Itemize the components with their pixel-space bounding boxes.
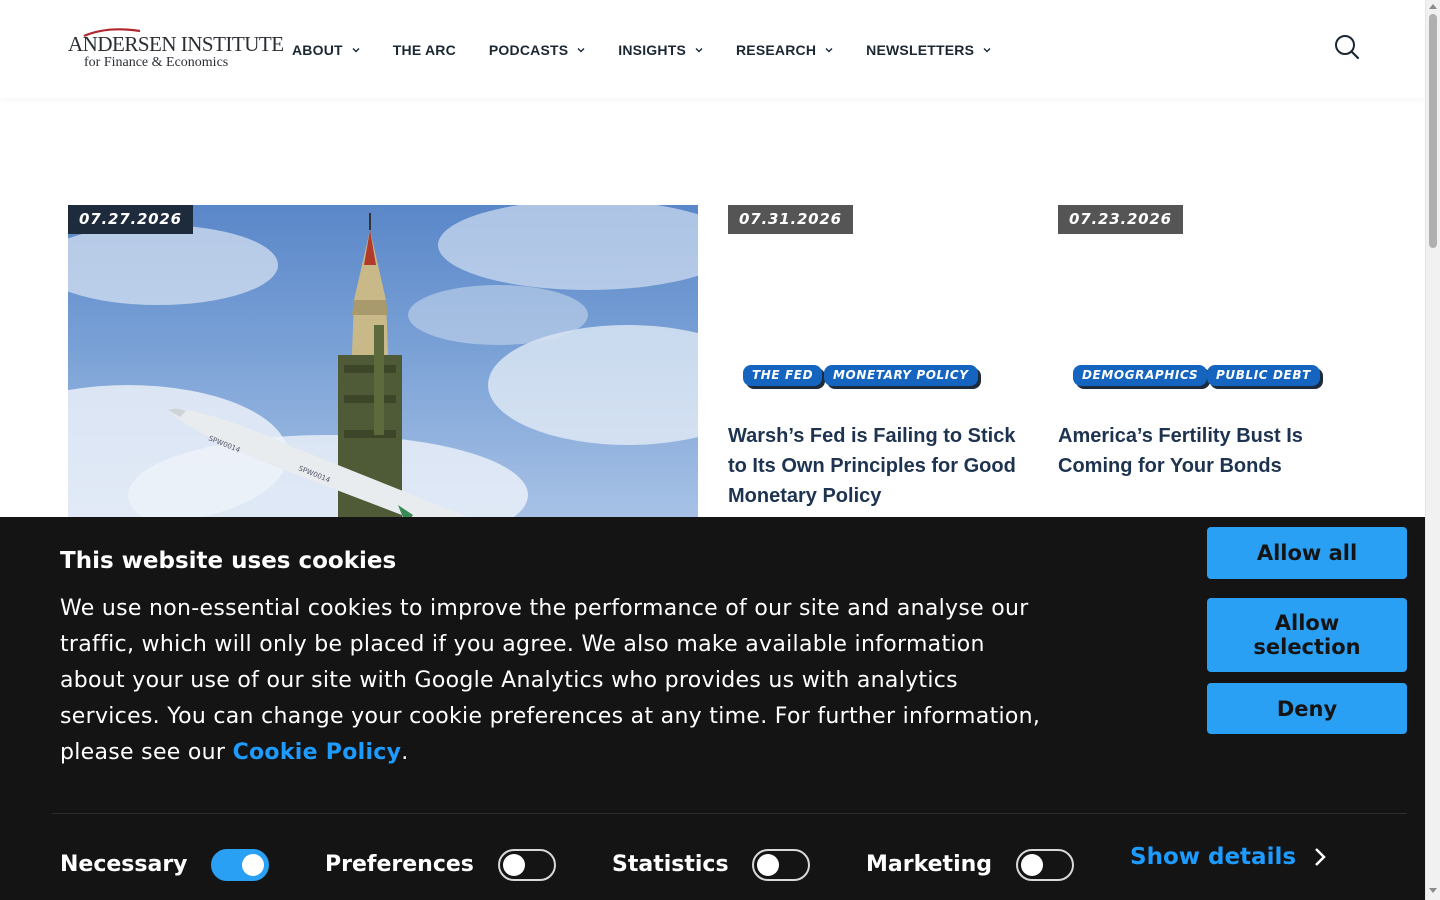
scrollbar-thumb[interactable] <box>1429 14 1437 248</box>
main-nav: ABOUT THE ARC PODCASTS INSIGHTS RESEARCH… <box>292 40 1024 60</box>
nav-item-newsletters[interactable]: NEWSLETTERS <box>866 42 991 58</box>
preferences-toggle[interactable] <box>498 849 556 881</box>
nav-item-research[interactable]: RESEARCH <box>736 42 833 58</box>
chevron-down-icon <box>352 48 360 53</box>
allow-selection-button[interactable]: Allow selection <box>1207 598 1407 672</box>
nav-item-the-arc[interactable]: THE ARC <box>393 42 456 58</box>
allow-all-button[interactable]: Allow all <box>1207 527 1407 579</box>
nav-item-insights[interactable]: INSIGHTS <box>618 42 703 58</box>
chevron-down-icon <box>983 48 991 53</box>
search-icon[interactable] <box>1334 34 1360 60</box>
cookie-text-end: . <box>401 740 409 765</box>
nav-item-label: INSIGHTS <box>618 42 686 58</box>
chevron-right-icon <box>1315 848 1326 866</box>
deny-button[interactable]: Deny <box>1207 683 1407 734</box>
tag-the-fed[interactable]: THE FED <box>743 365 823 386</box>
cookie-banner-title: This website uses cookies <box>60 548 397 574</box>
logo-tagline: for Finance & Economics <box>84 55 229 70</box>
tag-demographics[interactable]: DEMOGRAPHICS <box>1073 365 1208 386</box>
cookie-banner-text: We use non-essential cookies to improve … <box>60 591 1050 771</box>
show-details-label: Show details <box>1130 844 1297 870</box>
statistics-label: Statistics <box>612 852 729 877</box>
cookie-text-body: We use non-essential cookies to improve … <box>60 596 1041 765</box>
cookie-consent-banner: This website uses cookies We use non-ess… <box>0 517 1425 900</box>
statistics-toggle[interactable] <box>752 849 810 881</box>
nav-item-label: THE ARC <box>392 42 456 58</box>
nav-item-label: NEWSLETTERS <box>866 42 975 58</box>
cookie-divider <box>52 813 1407 814</box>
article-date-badge: 07.31.2026 <box>728 205 853 234</box>
tag-public-debt[interactable]: PUBLIC DEBT <box>1207 365 1320 386</box>
andersen-institute-logo[interactable]: ANDERSEN INSTITUTE for Finance & Economi… <box>68 28 284 74</box>
featured-article-image[interactable]: SPW0014 SPW0014 <box>68 205 698 525</box>
chevron-down-icon <box>577 48 585 53</box>
necessary-toggle[interactable] <box>211 849 269 881</box>
tag-monetary-policy[interactable]: MONETARY POLICY <box>824 365 978 386</box>
logo-wordmark: ANDERSEN INSTITUTE <box>68 32 284 56</box>
toggle-knob <box>757 854 779 876</box>
article-date-badge: 07.23.2026 <box>1058 205 1183 234</box>
nav-item-label: ABOUT <box>292 42 343 58</box>
toggle-knob <box>503 854 525 876</box>
chevron-down-icon <box>695 48 703 53</box>
nav-item-podcasts[interactable]: PODCASTS <box>489 42 585 58</box>
scroll-up-arrow-icon[interactable] <box>1429 4 1437 9</box>
page-scrollbar[interactable] <box>1425 0 1440 900</box>
marketing-toggle[interactable] <box>1016 849 1074 881</box>
marketing-label: Marketing <box>866 852 993 877</box>
article-title[interactable]: America’s Fertility Bust Is Coming for Y… <box>1058 421 1358 481</box>
cookie-policy-link[interactable]: Cookie Policy <box>233 740 402 765</box>
site-header: ANDERSEN INSTITUTE for Finance & Economi… <box>0 0 1425 98</box>
chevron-down-icon <box>825 48 833 53</box>
nav-item-label: RESEARCH <box>736 42 817 58</box>
scroll-down-arrow-icon[interactable] <box>1429 888 1437 893</box>
nav-item-label: PODCASTS <box>488 42 569 58</box>
article-date-badge: 07.27.2026 <box>68 205 193 234</box>
preferences-label: Preferences <box>325 852 474 877</box>
toggle-knob <box>1021 854 1043 876</box>
show-details-link[interactable]: Show details <box>1130 844 1326 870</box>
necessary-label: Necessary <box>60 852 188 877</box>
toggle-knob <box>242 854 264 876</box>
article-title[interactable]: Warsh’s Fed is Failing to Stick to Its O… <box>728 421 1028 511</box>
nav-item-about[interactable]: ABOUT <box>292 42 360 58</box>
missile-launcher-photo: SPW0014 SPW0014 <box>68 205 698 525</box>
